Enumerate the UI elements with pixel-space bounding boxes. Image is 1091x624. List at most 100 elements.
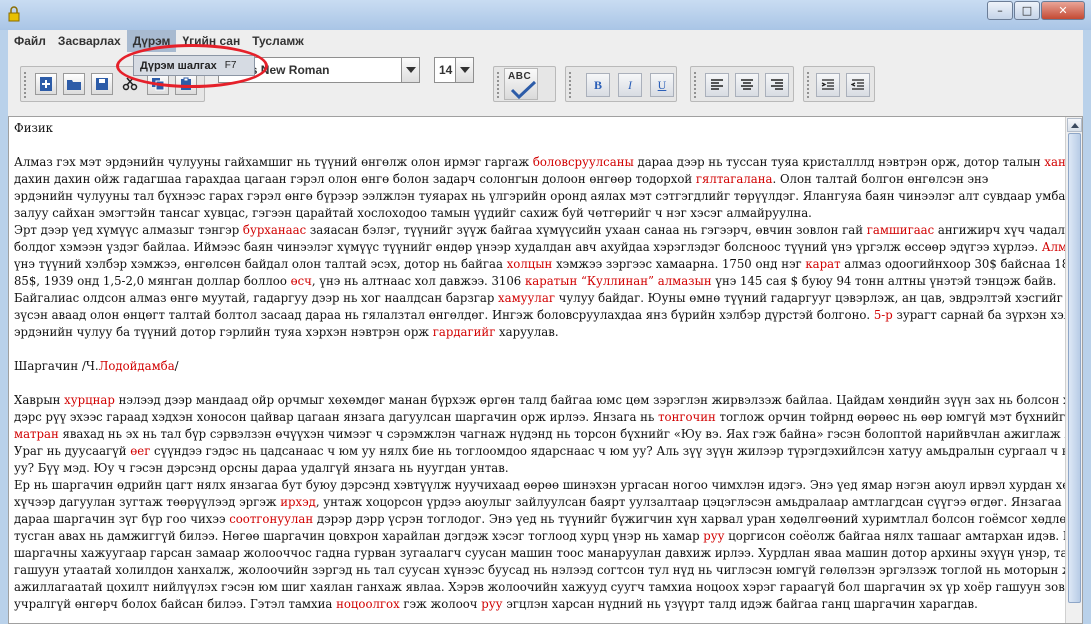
menu-help[interactable]: Тусламж	[246, 30, 310, 52]
text-line[interactable]: Физик	[14, 120, 1064, 137]
text-run: Ер нь шаргачин өдрийн цагт нялх янзагаа …	[14, 478, 1083, 492]
window-controls: – □ ✕	[986, 1, 1085, 21]
app-frame: Файл Засварлах Дүрэм Үгийн сан Тусламж T…	[8, 30, 1083, 624]
text-run: Алмаз гэх мэт эрдэнийн чулууны гайхамшиг…	[14, 155, 533, 169]
text-run: алмаз одоогийнхоор 30$ байснаа 1865 онд	[840, 257, 1083, 271]
minimize-button[interactable]: –	[987, 1, 1013, 20]
text-run: дэрэр дэрр үсрэн тоглодог. Энэ үед нь тү…	[313, 512, 1083, 526]
text-line[interactable]: Шаргачин /Ч.Лодойдамба/	[14, 358, 1064, 375]
misspelled-word: тонгочин	[658, 410, 716, 424]
text-line[interactable]: 85$, 1939 онд 1,5-2,0 мянган доллар болл…	[14, 273, 1064, 290]
text-run: дараа дээр нь туссан туяа кристалллд нэв…	[633, 155, 1045, 169]
lock-icon	[8, 6, 20, 22]
align-center-button[interactable]	[735, 73, 759, 97]
text-line[interactable]: тусган авах нь дамжиггүй билээ. Нөгөө ша…	[14, 528, 1082, 545]
text-line[interactable]: матран явахад нь эх нь тал бүр сэрвэлзэн…	[14, 426, 1082, 443]
title-bar: – □ ✕	[0, 0, 1091, 30]
menu-file[interactable]: Файл	[8, 30, 52, 52]
save-button[interactable]	[91, 73, 113, 95]
underline-button[interactable]: U	[650, 73, 674, 97]
text-run: Шаргачин /Ч.	[14, 359, 99, 373]
document-content[interactable]: Физик Алмаз гэх мэт эрдэнийн чулууны гайх…	[14, 120, 1082, 613]
maximize-button[interactable]: □	[1014, 1, 1040, 20]
font-size-value: 14	[439, 63, 453, 77]
open-file-button[interactable]	[63, 73, 85, 95]
align-center-icon	[741, 79, 753, 90]
text-run: үнэ 145 сая $ буюу 94 тонн алтны үнэтэй …	[711, 274, 1057, 288]
grip-handle[interactable]	[568, 71, 572, 99]
text-line[interactable]: Алмаз гэх мэт эрдэнийн чулууны гайхамшиг…	[14, 154, 1082, 171]
text-line[interactable]	[14, 137, 1064, 154]
grip-handle[interactable]	[806, 71, 810, 99]
text-line[interactable]: эрдэнийн чулууны тал бүхнээс гарах гэрэл…	[14, 188, 1082, 205]
text-run: явахад нь эх нь тал бүр сэрвэлзэн өчүүхэ…	[58, 427, 1083, 441]
text-line[interactable]: болдог хэмээн үздэг байлаа. Иймээс баян …	[14, 239, 1082, 256]
text-line[interactable]: шаргачны хажуугаар гарсан замаар жолоочч…	[14, 545, 1082, 562]
text-line[interactable]: учралгүй өнгөрч болох байсан билээ. Гэтэ…	[14, 596, 1064, 613]
font-size-dropdown-arrow[interactable]	[455, 58, 473, 82]
new-file-button[interactable]	[35, 73, 57, 95]
misspelled-word: Лодойдамба	[98, 359, 175, 373]
text-line[interactable]: уу? Бүү мэд. Юу ч гэсэн дэрсэнд орсны да…	[14, 460, 1064, 477]
grip-handle[interactable]	[496, 71, 500, 99]
outdent-button[interactable]	[846, 73, 870, 97]
text-run: тусган авах нь дамжиггүй билээ. Нөгөө ша…	[14, 529, 704, 543]
scroll-thumb[interactable]	[1068, 133, 1081, 603]
text-line[interactable]	[14, 341, 1064, 358]
align-left-button[interactable]	[705, 73, 729, 97]
align-toolbar-group	[690, 66, 794, 102]
text-run: залуу сайхан эмэгтэйн тансаг хувцас, гэг…	[14, 206, 812, 220]
close-button[interactable]: ✕	[1041, 1, 1085, 20]
text-run: хүчээр дагуулан зугтаж төөрүүлээд эргэж	[14, 495, 281, 509]
text-run: цоргисон соёолж байгаа нялх ташааг амтар…	[724, 529, 1083, 543]
font-name-dropdown-arrow[interactable]	[401, 58, 419, 82]
text-line[interactable]: Хаврын хурцнар нэлээд дээр мандаад ойр о…	[14, 392, 1082, 409]
scroll-up-button[interactable]	[1067, 118, 1082, 132]
text-line[interactable]: дараа шаргачин зүг бүр гоо чихээ соотгон…	[14, 511, 1082, 528]
menu-edit[interactable]: Засварлах	[52, 30, 127, 52]
bold-button[interactable]: B	[586, 73, 610, 97]
text-line[interactable]: ажиллагаатай цохилт нийлүүлэх гэсэн юм ш…	[14, 579, 1082, 596]
outdent-icon	[851, 79, 864, 90]
misspelled-word: ноцоолгох	[336, 597, 400, 611]
text-line[interactable]: хүчээр дагуулан зугтаж төөрүүлээд эргэж …	[14, 494, 1082, 511]
text-line[interactable]: дахин дахин ойж гадагшаа гарахдаа цагаан…	[14, 171, 1064, 188]
text-run: сүүндээ гэдэс нь цадсанаас ч юм уу нялх …	[150, 444, 1082, 458]
text-run: хэмжээ зэргээс хамаарна. 1750 онд нэг	[552, 257, 806, 271]
text-run: учралгүй өнгөрч болох байсан билээ. Гэтэ…	[14, 597, 337, 611]
text-line[interactable]: эрдэнийн чулуу ба түүний дотор гэрлийн т…	[14, 324, 1064, 341]
chevron-down-icon	[405, 67, 416, 73]
text-line[interactable]: үнэ түүний хэлбэр хэмжээ, өнгөлсөн байда…	[14, 256, 1082, 273]
text-style-toolbar-group: B I U	[565, 66, 677, 102]
text-line[interactable]: зүсэн аваад олон өнцөгт талтай болтол за…	[14, 307, 1082, 324]
text-run: тоглож орчин тойрнд өөрөөс нь өөр юмгүй …	[715, 410, 1066, 424]
text-run: , унтаж хоцорсон үрдээ аюулыг зайлуулсан…	[315, 495, 1083, 509]
vertical-scrollbar[interactable]	[1065, 117, 1082, 623]
document-editor[interactable]: Физик Алмаз гэх мэт эрдэнийн чулууны гайх…	[8, 116, 1083, 624]
text-run: Хаврын	[14, 393, 65, 407]
text-line[interactable]: Байгалиас олдсон алмаз өнгө муутай, гада…	[14, 290, 1081, 307]
indent-toolbar-group	[803, 66, 875, 102]
text-line[interactable]	[14, 375, 1064, 392]
text-run: . Олон талтай болгон өнгөлсэн энэ	[772, 172, 989, 186]
spellcheck-button[interactable]: ABC	[504, 68, 538, 100]
align-right-button[interactable]	[765, 73, 789, 97]
misspelled-word: холцын	[506, 257, 553, 271]
text-line[interactable]: залуу сайхан эмэгтэйн тансаг хувцас, гэг…	[14, 205, 1064, 222]
text-line[interactable]: дэрс рүү эхээс гараад хэдхэн хоносон цай…	[14, 409, 1066, 426]
grip-handle[interactable]	[23, 71, 27, 99]
text-run: гашуун утаатай холилдон ханхалж, жолоочи…	[14, 563, 1083, 577]
italic-button[interactable]: I	[618, 73, 642, 97]
misspelled-word: матран	[14, 427, 59, 441]
indent-button[interactable]	[816, 73, 840, 97]
misspelled-word: өсч	[290, 274, 312, 288]
text-line[interactable]: гашуун утаатай холилдон ханхалж, жолоочи…	[14, 562, 1082, 579]
text-line[interactable]: Ер нь шаргачин өдрийн цагт нялх янзагаа …	[14, 477, 1082, 494]
text-line[interactable]: Эрт дээр үед хүмүүс алмазыг тэнгэр бурха…	[14, 222, 1082, 239]
font-size-combo[interactable]: 14	[434, 57, 474, 83]
text-line[interactable]: Ураг нь дуусаагүй өег сүүндээ гэдэс нь ц…	[14, 443, 1081, 460]
text-run: харуулав.	[495, 325, 559, 339]
grip-handle[interactable]	[693, 71, 697, 99]
text-run: дараа шаргачин зүг бүр гоо чихээ	[14, 512, 230, 526]
indent-icon	[821, 79, 834, 90]
